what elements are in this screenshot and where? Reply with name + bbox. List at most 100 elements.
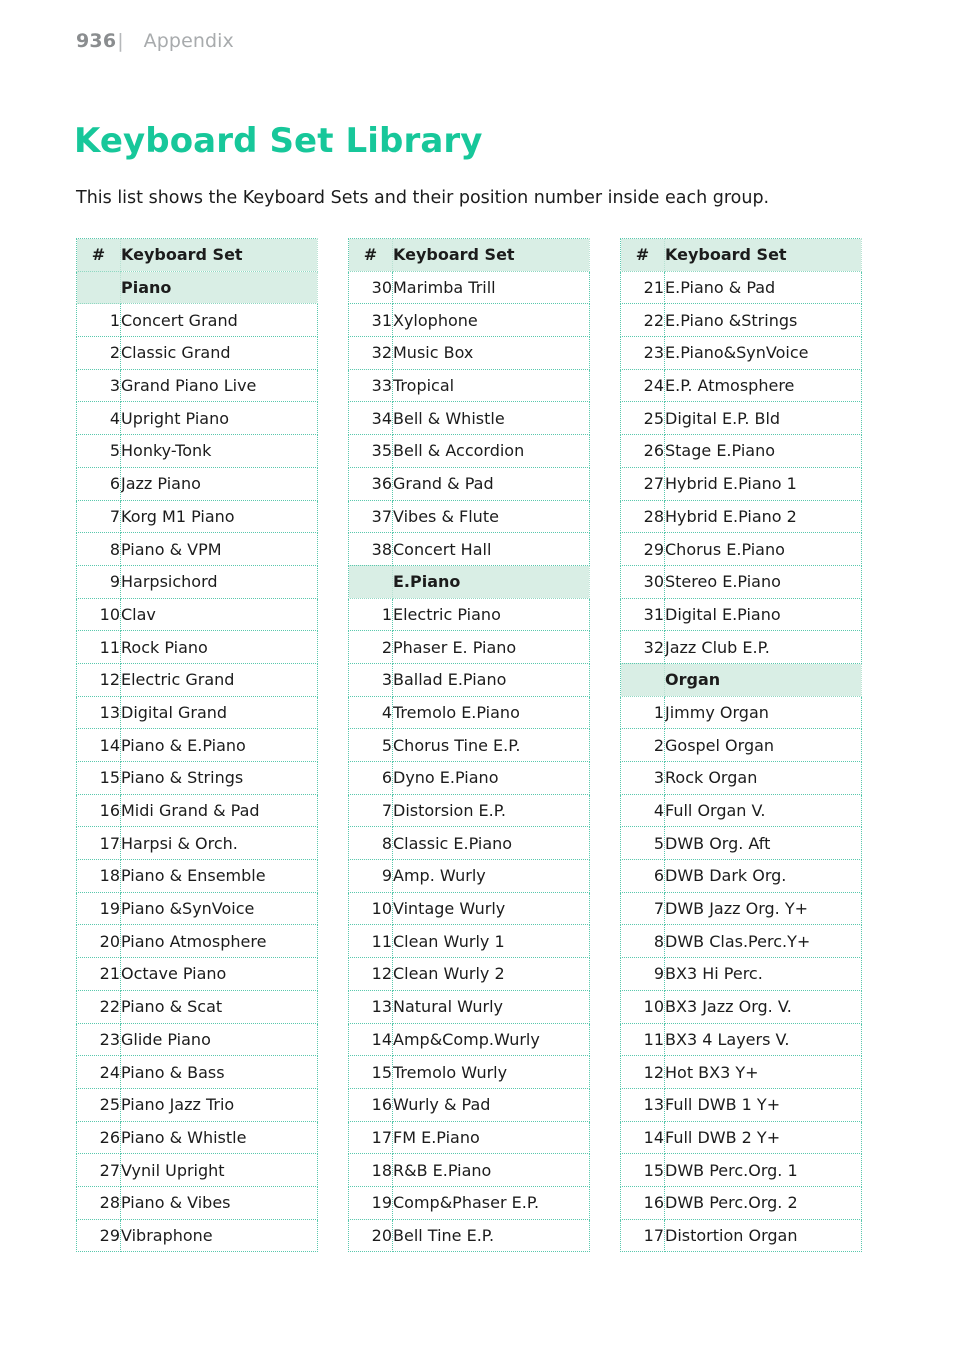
table-row: 4 Full Organ V. [620,794,862,828]
group-header-row: Organ [620,663,862,697]
table-row: 11 Clean Wurly 1 [348,924,590,959]
table-row: 4 Upright Piano [76,401,318,436]
row-number: 12 [348,957,393,991]
table-row: 26 Stage E.Piano [620,434,862,468]
table-row: 5 Honky-Tonk [76,434,318,468]
row-number: 34 [348,401,393,436]
table-row: 16 DWB Perc.Org. 2 [620,1186,862,1220]
keyboard-set-name: Clav [120,598,318,632]
row-number: 23 [76,1023,121,1057]
table-row: 3 Rock Organ [620,761,862,795]
keyboard-set-name: Dyno E.Piano [392,761,590,795]
table-row: 9 Amp. Wurly [348,859,590,893]
keyboard-set-name: Piano Atmosphere [120,924,318,959]
keyboard-set-name: Piano &SynVoice [120,892,318,926]
keyboard-set-name: Bell & Accordion [392,434,590,468]
table-row: 18 R&B E.Piano [348,1153,590,1187]
keyboard-set-name: Xylophone [392,303,590,338]
column-header-keyboard-set: Keyboard Set [120,238,318,272]
keyboard-set-name: Grand & Pad [392,467,590,501]
table-row: 2 Classic Grand [76,336,318,370]
keyboard-set-name: Midi Grand & Pad [120,794,318,828]
keyboard-set-name: Piano Jazz Trio [120,1088,318,1122]
table-row: 6 Dyno E.Piano [348,761,590,795]
keyboard-set-name: Harpsi & Orch. [120,826,318,861]
table-row: 10 Clav [76,598,318,632]
keyboard-set-name: Piano & Bass [120,1055,318,1089]
row-number: 30 [620,565,665,599]
row-number: 7 [76,500,121,534]
row-number: 11 [348,924,393,959]
keyboard-set-name: R&B E.Piano [392,1153,590,1187]
group-name: E.Piano [392,565,590,599]
row-number: 18 [76,859,121,893]
running-head-separator: | [117,30,124,52]
keyboard-set-name: Piano & VPM [120,532,318,566]
table-row: 1 Jimmy Organ [620,696,862,730]
table-row: 37 Vibes & Flute [348,500,590,534]
keyboard-set-name: E.P. Atmosphere [664,369,862,403]
row-number: 5 [620,826,665,861]
table-row: 27 Vynil Upright [76,1153,318,1187]
table-row: 28 Piano & Vibes [76,1186,318,1220]
column-header-keyboard-set: Keyboard Set [664,238,862,272]
group-name: Piano [120,271,318,305]
keyboard-set-name: Piano & Strings [120,761,318,795]
keyboard-set-name: Piano & Vibes [120,1186,318,1220]
table-row: 35 Bell & Accordion [348,434,590,468]
table-row: 28 Hybrid E.Piano 2 [620,500,862,534]
row-number: 9 [76,565,121,599]
keyboard-set-name: Upright Piano [120,401,318,436]
table-row: 25 Piano Jazz Trio [76,1088,318,1122]
keyboard-set-name: DWB Org. Aft [664,826,862,861]
keyboard-set-name: Tremolo E.Piano [392,696,590,730]
table-row: 5 Chorus Tine E.P. [348,728,590,762]
keyboard-set-name: Music Box [392,336,590,370]
keyboard-set-name: Digital E.P. Bld [664,401,862,436]
keyboard-set-name: Rock Organ [664,761,862,795]
table-row: 8 DWB Clas.Perc.Y+ [620,924,862,959]
table-row: 21 Octave Piano [76,957,318,991]
table-row: 8 Classic E.Piano [348,826,590,861]
row-number: 14 [620,1121,665,1155]
table-row: 24 E.P. Atmosphere [620,369,862,403]
row-number: 18 [348,1153,393,1187]
row-number: 26 [76,1121,121,1155]
keyboard-set-name: Jazz Club E.P. [664,630,862,664]
keyboard-set-name: Stereo E.Piano [664,565,862,599]
keyboard-set-table: # Keyboard Set 30 Marimba Trill 31 Xylophone 3… [348,238,590,1253]
keyboard-set-name: Chorus E.Piano [664,532,862,566]
keyboard-set-name: Honky-Tonk [120,434,318,468]
keyboard-set-name: Clean Wurly 2 [392,957,590,991]
row-number: 28 [620,500,665,534]
table-row: 6 Jazz Piano [76,467,318,501]
table-row: 7 Distorsion E.P. [348,794,590,828]
row-number: 22 [76,990,121,1024]
row-number: 24 [620,369,665,403]
table-row: 14 Full DWB 2 Y+ [620,1121,862,1155]
row-number: 28 [76,1186,121,1220]
keyboard-set-name: DWB Dark Org. [664,859,862,893]
row-number: 17 [76,826,121,861]
row-number: 16 [348,1088,393,1122]
keyboard-set-name: Tropical [392,369,590,403]
keyboard-set-table: # Keyboard Set 21 E.Piano & Pad 22 E.Piano &S… [620,238,862,1253]
keyboard-set-name: Classic E.Piano [392,826,590,861]
keyboard-set-name: Amp. Wurly [392,859,590,893]
row-number: 13 [348,990,393,1024]
keyboard-set-name: Electric Piano [392,598,590,632]
table-row: 31 Xylophone [348,303,590,338]
row-number: 16 [620,1186,665,1220]
row-number: 12 [76,663,121,697]
table-row: 22 E.Piano &Strings [620,303,862,338]
row-number: 31 [348,303,393,338]
table-row: 2 Phaser E. Piano [348,630,590,664]
row-number: 2 [620,728,665,762]
intro-paragraph: This list shows the Keyboard Sets and th… [76,187,770,208]
row-number: 4 [620,794,665,828]
table-row: 21 E.Piano & Pad [620,271,862,305]
keyboard-set-name: Phaser E. Piano [392,630,590,664]
keyboard-set-name: E.Piano &Strings [664,303,862,338]
running-head-section: Appendix [143,30,234,52]
row-number: 25 [76,1088,121,1122]
